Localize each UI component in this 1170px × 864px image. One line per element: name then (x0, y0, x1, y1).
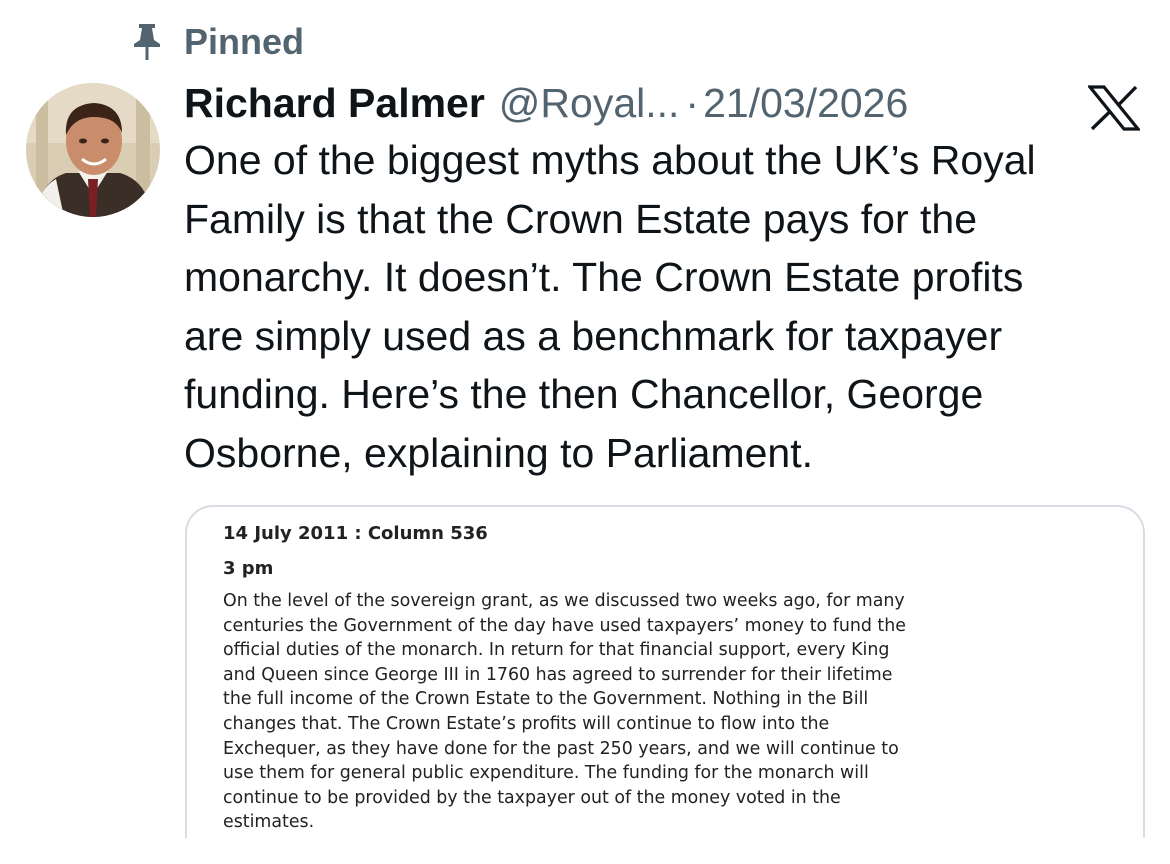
x-logo-icon (1088, 85, 1140, 131)
hansard-line: Exchequer, as they have done for the pas… (223, 738, 899, 759)
attached-image[interactable]: 14 July 2011 : Column 536 3 pm On the le… (185, 505, 1145, 838)
author-handle[interactable]: @Royal... (499, 80, 680, 127)
hansard-line: continue to be provided by the taxpayer … (223, 787, 841, 808)
tweet-text-line: Family is that the Crown Estate pays for… (184, 195, 977, 242)
hansard-heading: 14 July 2011 : Column 536 (223, 523, 488, 544)
hansard-time: 3 pm (223, 558, 274, 579)
tweet-text: One of the biggest myths about the UK’s … (184, 131, 1144, 482)
avatar-image (26, 83, 160, 217)
pinned-indicator: Pinned (130, 20, 304, 64)
hansard-line: estimates. (223, 812, 315, 833)
hansard-line: and Queen since George III in 1760 has a… (223, 664, 893, 685)
hansard-line: use them for general public expenditure.… (223, 763, 869, 784)
hansard-line: centuries the Government of the day have… (223, 615, 906, 636)
tweet-text-line: funding. Here’s the then Chancellor, Geo… (184, 371, 984, 417)
tweet-text-line: Osborne, explaining to Parliament. (184, 429, 814, 476)
tweet-text-line: One of the biggest myths about the UK’s … (184, 137, 1036, 183)
author-name[interactable]: Richard Palmer (184, 80, 485, 127)
hansard-body: On the level of the sovereign grant, as … (223, 589, 906, 835)
hansard-line: official duties of the monarch. In retur… (223, 640, 890, 661)
post-date[interactable]: 21/03/2026 (703, 80, 908, 127)
hansard-excerpt: 14 July 2011 : Column 536 3 pm On the le… (223, 523, 906, 835)
tweet-header: Richard Palmer @Royal... · 21/03/2026 (184, 78, 908, 128)
pin-icon (134, 24, 160, 60)
tweet-text-line: are simply used as a benchmark for taxpa… (184, 312, 1003, 359)
hansard-line: On the level of the sovereign grant, as … (223, 591, 905, 611)
hansard-line: the full income of the Crown Estate to t… (223, 689, 869, 710)
avatar[interactable] (26, 83, 160, 217)
header-separator: · (685, 79, 700, 126)
pinned-label: Pinned (184, 21, 305, 62)
tweet-text-line: monarchy. It doesn’t. The Crown Estate p… (184, 254, 1024, 300)
hansard-line: changes that. The Crown Estate’s profits… (223, 713, 830, 734)
